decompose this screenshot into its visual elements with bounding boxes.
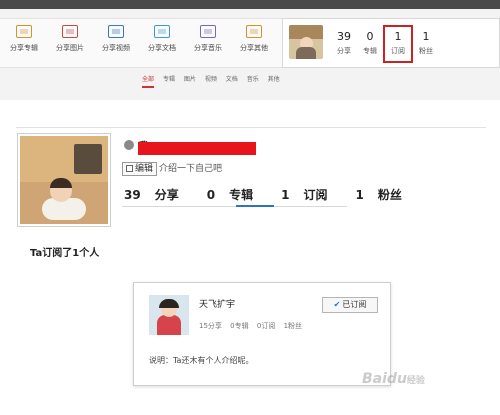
- filter-photo[interactable]: 图片: [184, 74, 196, 86]
- subscribed-user-name[interactable]: 天飞扩宇: [199, 297, 235, 310]
- subscribed-user-intro: 说明：Ta还木有个人介绍呢。: [149, 356, 254, 365]
- edit-icon: [126, 165, 133, 172]
- share-music-label: 分享音乐: [194, 44, 222, 52]
- tab-underline: [122, 206, 347, 207]
- stat-albums-label: 专辑: [363, 47, 377, 55]
- tab-albums[interactable]: 0 专辑: [207, 186, 267, 203]
- watermark-text: Baidu: [362, 371, 407, 387]
- tab-subscriptions-value: 1: [281, 188, 290, 202]
- share-photo-label: 分享图片: [56, 44, 84, 52]
- user-stats-box: 39 分享 0 专辑 1 订阅 1 粉丝: [282, 18, 500, 68]
- tab-albums-label: 专辑: [229, 188, 254, 202]
- tab-albums-value: 0: [206, 188, 216, 202]
- stat-subscriptions-value: 1: [394, 30, 402, 43]
- share-document-button[interactable]: 分享文档: [140, 25, 184, 53]
- stat-albums[interactable]: 0 专辑: [355, 31, 385, 56]
- profile-tabs: 39 分享 0 专辑 1 订阅 1 粉丝: [124, 186, 430, 204]
- filter-all[interactable]: 全部: [142, 74, 155, 88]
- stat-subscriptions[interactable]: 1 订阅: [383, 25, 413, 63]
- other-icon: [246, 25, 262, 38]
- filter-document[interactable]: 文档: [226, 74, 238, 86]
- edit-intro-button[interactable]: 编辑: [122, 162, 158, 176]
- tab-fans[interactable]: 1 粉丝: [355, 186, 415, 203]
- section-divider: [16, 127, 486, 128]
- tab-subscriptions-label: 订阅: [303, 188, 328, 202]
- subscriptions-title: Ta订阅了1个人: [30, 248, 100, 259]
- filter-other[interactable]: 其他: [268, 74, 280, 86]
- filter-video[interactable]: 视频: [205, 74, 217, 86]
- user-icon: [124, 140, 134, 150]
- subscribed-user-stats: 15分享 0专辑 0订阅 1粉丝: [199, 321, 308, 331]
- edit-label: 编辑: [135, 164, 154, 174]
- share-other-label: 分享其他: [240, 44, 268, 52]
- stat-fans[interactable]: 1 粉丝: [411, 31, 441, 56]
- profile-avatar[interactable]: [17, 133, 111, 227]
- share-document-label: 分享文档: [148, 44, 176, 52]
- share-album-button[interactable]: 分享专辑: [2, 25, 46, 53]
- category-filter-bar: 全部 专辑 图片 视频 文档 音乐 其他: [142, 74, 287, 88]
- intro-prompt: 介绍一下自己吧: [159, 164, 223, 174]
- watermark-suffix: 经验: [406, 376, 425, 386]
- tab-fans-label: 粉丝: [377, 188, 402, 202]
- share-music-button[interactable]: 分享音乐: [186, 25, 230, 53]
- card-stat-fans[interactable]: 1粉丝: [284, 322, 302, 330]
- card-stat-subscriptions[interactable]: 0订阅: [257, 322, 275, 330]
- tab-subscriptions[interactable]: 1 订阅: [281, 186, 341, 203]
- active-tab-indicator: [236, 205, 274, 207]
- subscribed-user-avatar[interactable]: [149, 295, 189, 335]
- subscribed-button-label: 已订阅: [342, 300, 367, 309]
- profile-intro-row: 编辑 介绍一下自己吧: [122, 161, 223, 176]
- card-stat-shares[interactable]: 15分享: [199, 322, 222, 330]
- share-photo-button[interactable]: 分享图片: [48, 25, 92, 53]
- share-toolbar: 分享专辑 分享图片 分享视频 分享文档 分享音乐 分享其他: [0, 18, 282, 68]
- share-other-button[interactable]: 分享其他: [232, 25, 276, 53]
- mini-avatar[interactable]: [289, 25, 323, 59]
- tab-fans-value: 1: [355, 188, 364, 202]
- share-video-button[interactable]: 分享视频: [94, 25, 138, 53]
- card-stat-albums[interactable]: 0专辑: [230, 322, 248, 330]
- share-album-label: 分享专辑: [10, 44, 38, 52]
- stat-fans-label: 粉丝: [419, 47, 433, 55]
- stat-albums-value: 0: [366, 30, 374, 43]
- tab-shares[interactable]: 39 分享: [124, 186, 193, 203]
- tab-shares-label: 分享: [154, 188, 179, 202]
- document-icon: [154, 25, 170, 38]
- redacted-name-mark: [138, 142, 256, 155]
- video-icon: [108, 25, 124, 38]
- subscribed-button[interactable]: ✔ 已订阅: [322, 297, 378, 313]
- filter-music[interactable]: 音乐: [247, 74, 259, 86]
- stat-fans-value: 1: [422, 30, 430, 43]
- photo-icon: [62, 25, 78, 38]
- album-icon: [16, 25, 32, 38]
- stat-subscriptions-label: 订阅: [391, 47, 405, 55]
- baidu-watermark: Baidu经验: [362, 371, 425, 387]
- share-video-label: 分享视频: [102, 44, 130, 52]
- filter-album[interactable]: 专辑: [163, 74, 175, 86]
- check-icon: ✔: [333, 300, 341, 309]
- subscription-card: 天飞扩宇 15分享 0专辑 0订阅 1粉丝 ✔ 已订阅 说明：Ta还木有个人介绍呢…: [133, 282, 391, 386]
- tab-shares-value: 39: [124, 188, 141, 202]
- top-nav-bar: [0, 0, 500, 9]
- music-icon: [200, 25, 216, 38]
